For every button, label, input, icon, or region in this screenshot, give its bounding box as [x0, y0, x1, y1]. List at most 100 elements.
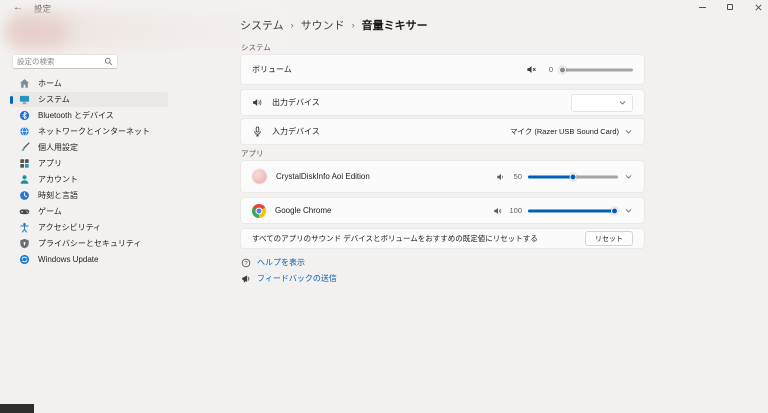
settings-window: ← 設定 ホーム システム Bluetooth とデバイス ネットワークとインタ… — [0, 0, 768, 413]
speaker-small-icon[interactable] — [496, 172, 506, 182]
sidebar-item-privacy[interactable]: プライバシーとセキュリティ — [10, 236, 168, 251]
apps-section-label: アプリ — [241, 148, 264, 159]
bluetooth-icon — [19, 110, 30, 121]
slider-thumb[interactable] — [570, 173, 577, 180]
send-feedback-label: フィードバックの送信 — [257, 273, 337, 284]
time-language-clock-icon — [19, 190, 30, 201]
taskbar-fragment — [0, 404, 34, 413]
sidebar-item-accounts[interactable]: アカウント — [10, 172, 168, 187]
sidebar-item-label: ゲーム — [38, 206, 62, 217]
sidebar-item-label: 個人用設定 — [38, 142, 78, 153]
accounts-person-icon — [19, 174, 30, 185]
slider-thumb[interactable] — [611, 207, 618, 214]
input-device-row: 入力デバイス マイク (Razer USB Sound Card) — [240, 118, 645, 145]
accessibility-person-icon — [19, 222, 30, 233]
minimize-icon — [699, 7, 706, 8]
sidebar-item-personalization[interactable]: 個人用設定 — [10, 140, 168, 155]
page-title: 音量ミキサー — [362, 17, 428, 33]
apps-grid-icon — [19, 158, 30, 169]
search-icon — [104, 57, 113, 66]
app-volume-slider[interactable] — [528, 172, 618, 181]
volume-value: 0 — [543, 65, 553, 74]
sidebar-item-windows-update[interactable]: Windows Update — [10, 252, 168, 267]
reset-button[interactable]: リセット — [585, 231, 633, 246]
chevron-down-icon[interactable] — [624, 206, 633, 215]
search-input[interactable] — [17, 57, 104, 66]
slider-track — [559, 68, 633, 71]
system-icon — [19, 94, 30, 105]
sidebar-item-network[interactable]: ネットワークとインターネット — [10, 124, 168, 139]
slider-thumb[interactable] — [559, 66, 566, 73]
output-device-row: 出力デバイス — [240, 89, 645, 116]
breadcrumb-system[interactable]: システム — [240, 17, 284, 33]
slider-fill — [528, 175, 573, 178]
sidebar-item-label: ネットワークとインターネット — [38, 126, 150, 137]
sidebar-item-label: Bluetooth とデバイス — [38, 110, 114, 121]
output-device-label: 出力デバイス — [272, 97, 320, 108]
chevron-down-icon[interactable] — [624, 172, 633, 181]
sidebar-item-label: アカウント — [38, 174, 78, 185]
windows-update-icon — [19, 254, 30, 265]
sidebar-item-label: アプリ — [38, 158, 62, 169]
system-section-label: システム — [241, 42, 271, 53]
input-device-value: マイク (Razer USB Sound Card) — [510, 126, 619, 137]
app-volume-value: 100 — [509, 206, 522, 215]
home-icon — [19, 78, 30, 89]
get-help-label: ヘルプを表示 — [257, 257, 305, 268]
maximize-button[interactable] — [718, 0, 742, 14]
app-volume-value: 50 — [512, 172, 522, 181]
app-row-chrome: Google Chrome 100 — [240, 197, 645, 224]
sidebar-item-bluetooth[interactable]: Bluetooth とデバイス — [10, 108, 168, 123]
sidebar-item-label: アクセシビリティ — [38, 222, 101, 233]
breadcrumb-separator: › — [291, 20, 294, 30]
app-volume-slider[interactable] — [528, 206, 618, 215]
settings-search[interactable] — [12, 54, 118, 69]
reset-row: すべてのアプリのサウンド デバイスとボリュームをおすすめの既定値にリセットする … — [240, 228, 645, 249]
sidebar-item-apps[interactable]: アプリ — [10, 156, 168, 171]
chevron-down-icon — [624, 127, 633, 136]
sidebar-item-label: 時刻と言語 — [38, 190, 78, 201]
sidebar-item-system[interactable]: システム — [10, 92, 168, 107]
breadcrumb: システム › サウンド › 音量ミキサー — [240, 17, 428, 33]
speaker-small-icon[interactable] — [493, 206, 503, 216]
input-device-label: 入力デバイス — [272, 126, 320, 137]
close-button[interactable] — [746, 0, 768, 14]
sidebar-item-gaming[interactable]: ゲーム — [10, 204, 168, 219]
sidebar-item-home[interactable]: ホーム — [10, 76, 168, 91]
reset-description: すべてのアプリのサウンド デバイスとボリュームをおすすめの既定値にリセットする — [252, 233, 538, 244]
sidebar-item-time-language[interactable]: 時刻と言語 — [10, 188, 168, 203]
sidebar-item-accessibility[interactable]: アクセシビリティ — [10, 220, 168, 235]
maximize-icon — [727, 4, 733, 10]
send-feedback-link[interactable]: フィードバックの送信 — [241, 273, 337, 284]
network-icon — [19, 126, 30, 137]
app-name: Google Chrome — [275, 206, 331, 215]
help-question-icon: ? — [241, 258, 251, 268]
sidebar-item-label: Windows Update — [38, 255, 98, 264]
input-device-dropdown[interactable]: マイク (Razer USB Sound Card) — [510, 126, 633, 137]
app-name: CrystalDiskInfo Aoi Edition — [276, 172, 370, 181]
app-row-crystaldiskinfo: CrystalDiskInfo Aoi Edition 50 — [240, 160, 645, 193]
avatar — [10, 19, 68, 45]
crystaldiskinfo-app-icon — [252, 169, 267, 184]
breadcrumb-sound[interactable]: サウンド — [301, 17, 345, 33]
personalization-brush-icon — [19, 142, 30, 153]
speaker-output-icon — [252, 97, 263, 108]
close-icon — [755, 4, 762, 11]
output-device-dropdown[interactable] — [571, 94, 633, 112]
gaming-controller-icon — [19, 206, 30, 217]
breadcrumb-separator: › — [352, 20, 355, 30]
speaker-mute-icon[interactable] — [526, 64, 537, 75]
feedback-megaphone-icon — [241, 274, 251, 284]
slider-fill — [528, 209, 618, 212]
minimize-button[interactable] — [690, 0, 714, 14]
chevron-down-icon — [618, 98, 627, 107]
chrome-app-icon — [252, 204, 266, 218]
volume-row: ボリューム 0 — [240, 54, 645, 85]
sidebar-nav: ホーム システム Bluetooth とデバイス ネットワークとインターネット … — [10, 76, 168, 268]
sidebar-item-label: システム — [38, 94, 70, 105]
get-help-link[interactable]: ? ヘルプを表示 — [241, 257, 305, 268]
microphone-icon — [252, 126, 263, 137]
volume-slider[interactable] — [559, 65, 633, 74]
privacy-lock-icon — [19, 238, 30, 249]
sidebar-item-label: ホーム — [38, 78, 62, 89]
